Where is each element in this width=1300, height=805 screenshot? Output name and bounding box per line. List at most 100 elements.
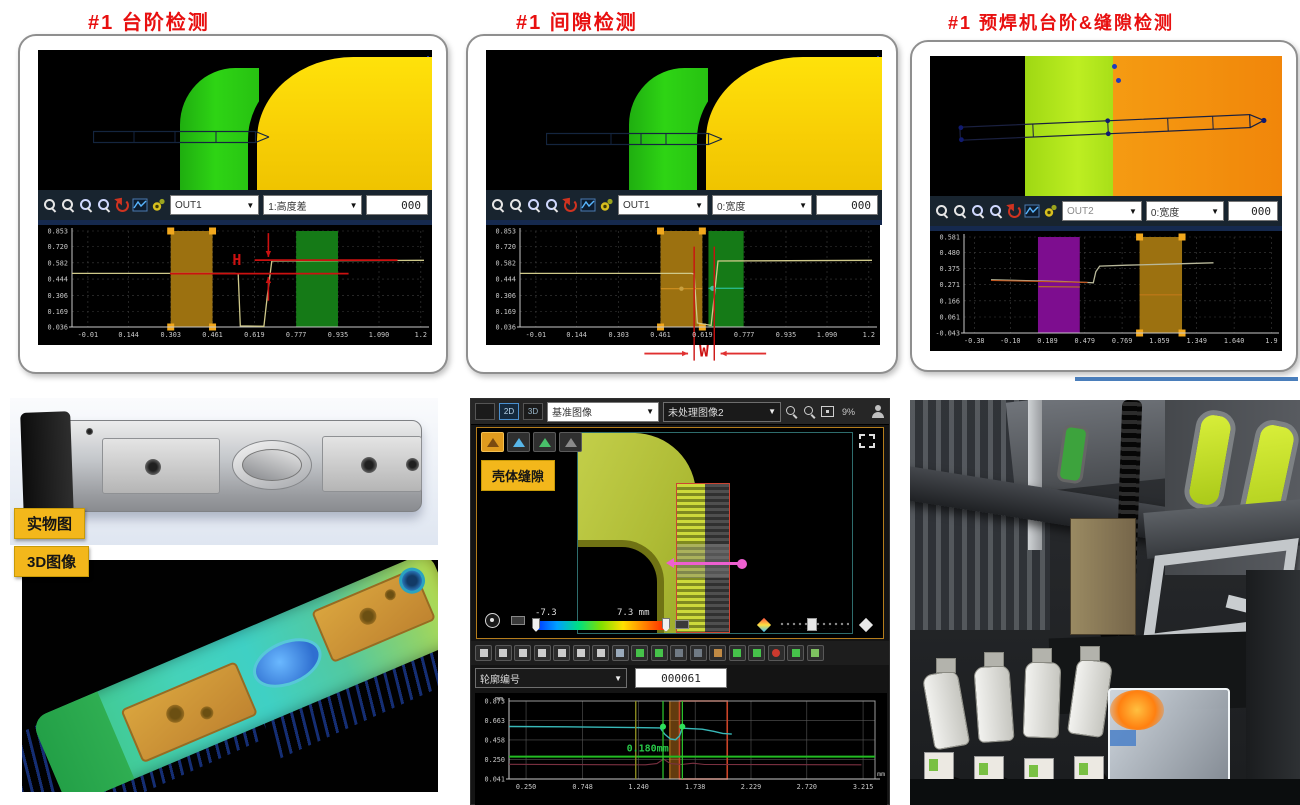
grid-icon[interactable] (612, 645, 629, 661)
zoom-select-icon[interactable] (592, 645, 609, 661)
scale-handle[interactable] (532, 618, 540, 632)
measure-width-icon[interactable] (709, 645, 726, 661)
svg-text:H: H (232, 251, 241, 269)
fit-screen-icon[interactable] (821, 406, 834, 417)
range-icon[interactable] (675, 620, 689, 629)
settings-icon[interactable] (598, 197, 614, 214)
reset-icon[interactable] (562, 197, 578, 214)
zoom-100-icon[interactable] (573, 645, 590, 661)
zoom-out-icon[interactable] (60, 197, 76, 214)
output-select[interactable]: OUT2▼ (1062, 201, 1142, 221)
zoom-fit-icon[interactable] (544, 197, 560, 214)
zoom-in-icon[interactable] (490, 197, 506, 214)
prewelder-profile-chart[interactable]: 0.5810.4800.3750.2710.1660.061-0.043-0.3… (930, 231, 1282, 355)
gap-profile-chart[interactable]: W0.8530.7200.5820.4440.3060.1690.036-0.0… (486, 225, 880, 375)
settings-icon[interactable] (150, 197, 166, 214)
zoom-fit-icon[interactable] (96, 197, 112, 214)
value-display[interactable]: 000 (366, 195, 428, 215)
measure-select[interactable]: 0:宽度▼ (1146, 201, 1224, 221)
zoom-in-icon[interactable] (495, 645, 512, 661)
settings-icon[interactable] (1042, 203, 1058, 220)
zoom-out-icon[interactable] (952, 203, 968, 220)
target-icon[interactable] (485, 613, 500, 628)
svg-text:0.303: 0.303 (160, 331, 180, 339)
reset-icon[interactable] (114, 197, 130, 214)
svg-text:0.169: 0.169 (48, 308, 68, 316)
measure-area-icon[interactable] (748, 645, 765, 661)
zoom-fit-icon[interactable] (988, 203, 1004, 220)
grid-view-button[interactable] (475, 403, 495, 420)
scrollbar-handle[interactable] (807, 618, 817, 631)
output-select[interactable]: OUT1▼ (170, 195, 259, 215)
profile-graph-icon[interactable] (580, 197, 596, 214)
measure-select[interactable]: 1:高度差▼ (263, 195, 362, 215)
panel3-toolbar: OUT2▼ 0:宽度▼ 000 (930, 196, 1282, 226)
svg-text:0.777: 0.777 (286, 331, 306, 339)
tab-2d[interactable]: 2D (499, 403, 519, 420)
measurement-roi[interactable] (93, 128, 278, 146)
image-select[interactable]: 基准图像▼ (547, 402, 659, 422)
marker-diamond-icon[interactable] (859, 618, 873, 632)
zoom-out-icon[interactable] (803, 405, 817, 419)
measurement-roi[interactable] (546, 130, 731, 148)
fullscreen-icon[interactable] (859, 434, 875, 448)
palette-icon[interactable] (511, 616, 525, 625)
cylinder-cap (1032, 648, 1052, 663)
svg-text:0.306: 0.306 (496, 292, 516, 300)
tab-3d[interactable]: 3D (523, 403, 543, 420)
profile-number-select[interactable]: 轮廓编号▼ (475, 668, 627, 688)
report-icon[interactable] (807, 645, 824, 661)
viewer-topbar: 2D 3D 基准图像▼ 未处理图像2▼ 9% (471, 399, 889, 425)
zoom-area-icon[interactable] (970, 203, 986, 220)
profile-graph-icon[interactable] (132, 197, 148, 214)
reset-icon[interactable] (1006, 203, 1022, 220)
gap-measurement-arrow[interactable] (673, 562, 739, 565)
pad-hole (145, 459, 161, 475)
profile-compare-button[interactable] (507, 432, 530, 452)
measure-select[interactable]: 0:宽度▼ (712, 195, 812, 215)
zoom-out-icon[interactable] (514, 645, 531, 661)
zoom-in-icon[interactable] (785, 405, 799, 419)
roi-icon[interactable] (690, 645, 707, 661)
export-icon[interactable] (787, 645, 804, 661)
color-scale[interactable] (535, 621, 667, 630)
value-display[interactable]: 000 (816, 195, 878, 215)
center-boss (232, 440, 312, 490)
user-icon[interactable] (871, 405, 885, 418)
zoom-in-icon[interactable] (934, 203, 950, 220)
output-select[interactable]: OUT1▼ (618, 195, 708, 215)
scale-min: -7.3 (535, 608, 557, 618)
svg-text:0.375: 0.375 (940, 265, 960, 273)
marker-diamond-icon[interactable] (757, 618, 771, 632)
zoom-in-icon[interactable] (42, 197, 58, 214)
profile-number-value[interactable]: 000061 (635, 668, 727, 688)
zoom-out-icon[interactable] (508, 197, 524, 214)
zoom-area-icon[interactable] (534, 645, 551, 661)
h-scrollbar[interactable] (779, 621, 849, 629)
svg-text:0.144: 0.144 (566, 331, 586, 339)
color-map-button[interactable] (533, 432, 556, 452)
image-compare-icon[interactable] (631, 645, 648, 661)
profile-graph-icon[interactable] (1024, 203, 1040, 220)
profile-viewer-window: 2D 3D 基准图像▼ 未处理图像2▼ 9% 壳体缝隙 (470, 398, 890, 805)
zoom-area-icon[interactable] (526, 197, 542, 214)
record-icon[interactable] (768, 645, 785, 661)
svg-text:3.215: 3.215 (853, 783, 873, 791)
scale-handle[interactable] (662, 618, 670, 632)
step-profile-chart[interactable]: H0.8530.7200.5820.4440.3060.1690.036-0.0… (38, 225, 432, 349)
mask-icon[interactable] (670, 645, 687, 661)
measure-height-icon[interactable] (729, 645, 746, 661)
shell-gap-profile-chart[interactable]: 0.180mm0.8730.6630.4580.2500.0410.2500.7… (475, 693, 887, 805)
mask-button[interactable] (559, 432, 582, 452)
image-overlay-icon[interactable] (651, 645, 668, 661)
value-display[interactable]: 000 (1228, 201, 1278, 221)
zoom-fit-icon[interactable] (553, 645, 570, 661)
processing-select[interactable]: 未处理图像2▼ (663, 402, 781, 422)
pan-icon[interactable] (475, 645, 492, 661)
panel3-height-image (930, 56, 1282, 196)
chevron-down-icon: ▼ (646, 407, 654, 416)
zoom-area-icon[interactable] (78, 197, 94, 214)
annotation-label: 壳体缝隙 (481, 460, 555, 491)
height-image-button[interactable] (481, 432, 504, 452)
threed-image (22, 560, 438, 792)
